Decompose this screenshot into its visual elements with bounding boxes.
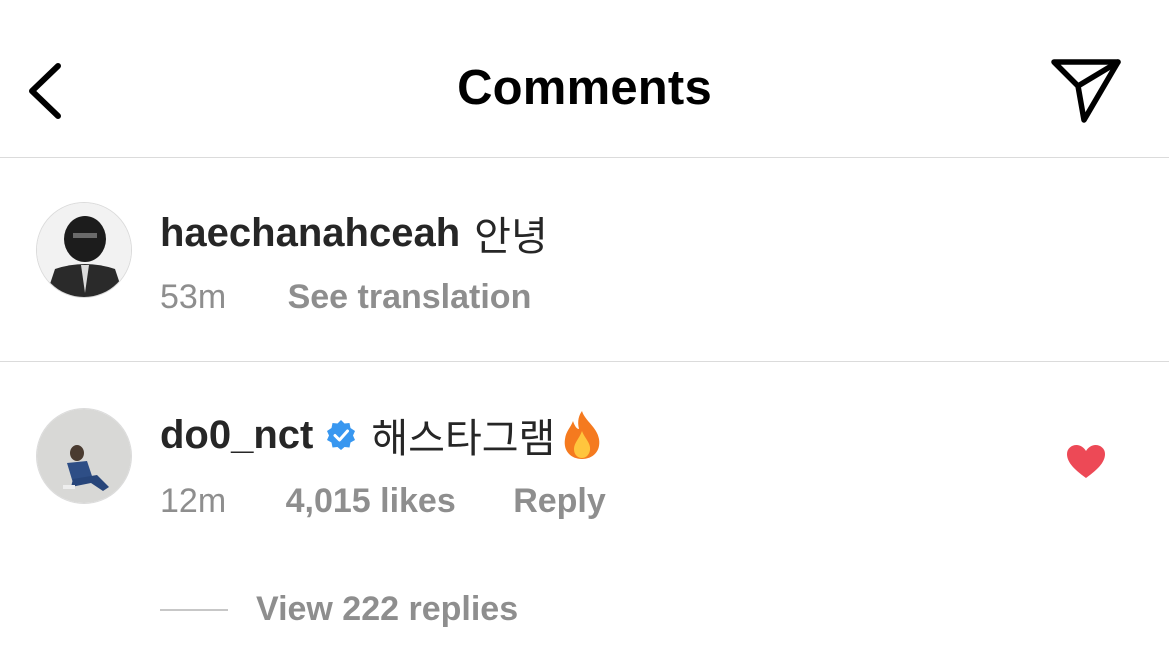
comment-text: 안녕 (474, 215, 548, 259)
comment-line: do0_nct 해스타그램 (160, 406, 605, 464)
heart-icon (1067, 445, 1105, 478)
comment-item: do0_nct 해스타그램 12m 4,015 likes Reply View… (0, 362, 1169, 658)
comment-username[interactable]: do0_nct (160, 413, 313, 458)
fire-icon (565, 411, 600, 459)
comment-meta: 12m 4,015 likes Reply (160, 482, 606, 521)
reply-button[interactable]: Reply (513, 482, 606, 521)
verified-badge-icon (327, 420, 356, 450)
comment-line: haechanahceah 안녕 (160, 204, 548, 262)
comment-username[interactable]: haechanahceah (160, 211, 460, 256)
comment-timestamp: 53m (160, 278, 227, 316)
see-translation-button[interactable]: See translation (288, 278, 532, 317)
replies-divider-line (160, 608, 228, 611)
comments-header: Comments (0, 0, 1169, 158)
share-button[interactable] (1048, 56, 1124, 126)
view-replies-label: View 222 replies (256, 590, 519, 628)
view-replies-button[interactable]: View 222 replies (160, 590, 518, 629)
avatar[interactable] (36, 202, 132, 298)
comment-item: haechanahceah 안녕 53m See translation (0, 158, 1169, 362)
paper-plane-icon (1051, 59, 1121, 123)
helmet-figure-avatar (37, 203, 131, 297)
likes-count[interactable]: 4,015 likes (286, 482, 456, 521)
seated-person-avatar (37, 409, 131, 503)
comment-timestamp: 12m (160, 482, 227, 520)
page-title: Comments (457, 61, 712, 115)
like-button[interactable] (1066, 444, 1106, 480)
avatar[interactable] (36, 408, 132, 504)
comment-meta: 53m See translation (160, 278, 531, 317)
comment-text: 해스타그램 (371, 417, 556, 461)
